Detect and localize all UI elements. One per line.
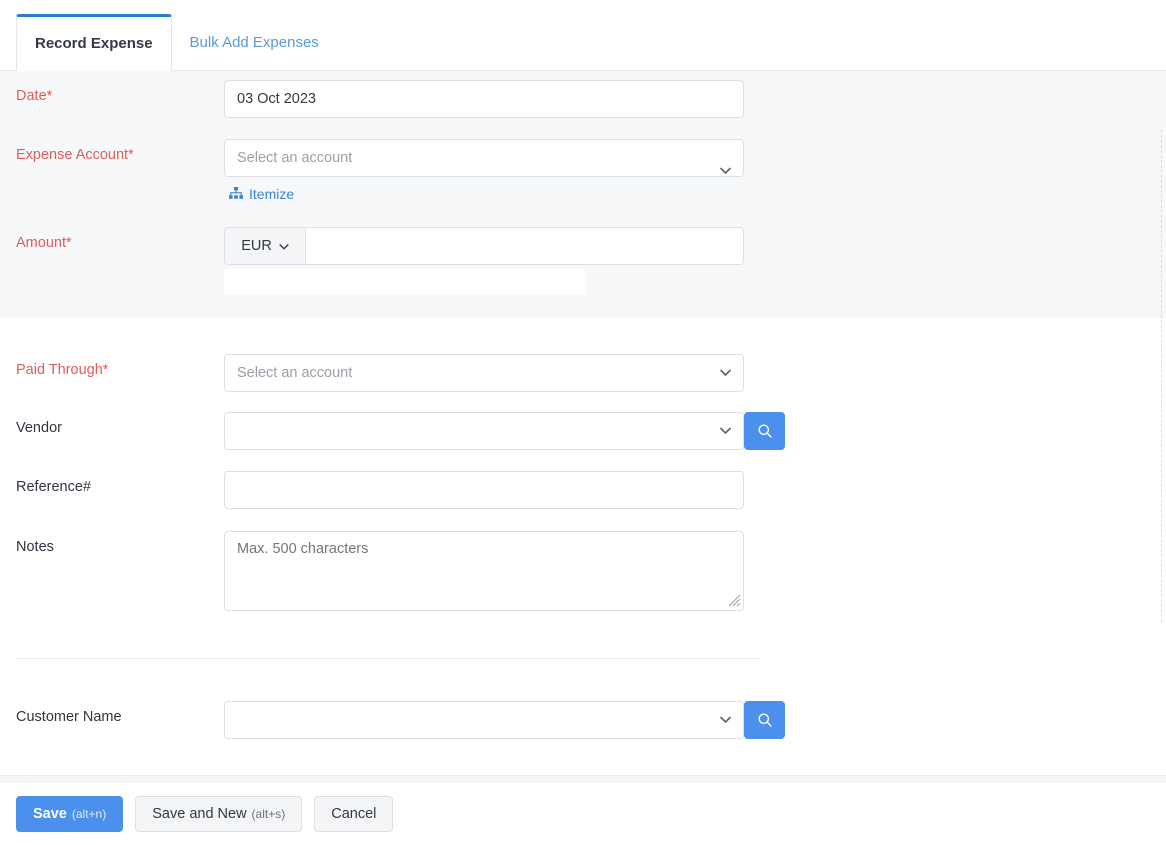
date-value: 03 Oct 2023 — [237, 91, 316, 107]
field-row-date: Date* 03 Oct 2023 — [0, 80, 744, 118]
record-expense-page: Record Expense Bulk Add Expenses Date* 0… — [0, 0, 1166, 845]
notes-textarea[interactable] — [224, 531, 744, 611]
paid-through-control: Select an account — [224, 354, 744, 392]
chevron-down-icon — [720, 369, 731, 377]
vendor-control — [224, 412, 785, 450]
field-row-reference: Reference# — [0, 471, 744, 509]
scroll-indicator[interactable] — [1161, 130, 1162, 622]
paid-through-select[interactable]: Select an account — [224, 354, 744, 392]
field-row-customer-name: Customer Name — [0, 701, 785, 739]
chevron-down-icon — [720, 716, 731, 724]
paid-through-label: Paid Through* — [16, 362, 109, 378]
tab-bulk-add-expenses[interactable]: Bulk Add Expenses — [172, 15, 337, 70]
currency-value: EUR — [241, 238, 272, 254]
save-and-new-button[interactable]: Save and New (alt+s) — [135, 796, 303, 832]
chevron-down-icon — [720, 167, 731, 174]
field-row-vendor: Vendor — [0, 412, 785, 450]
form-footer: Save (alt+n) Save and New (alt+s) Cancel — [0, 783, 1166, 845]
date-control: 03 Oct 2023 — [224, 80, 744, 118]
amount-input[interactable] — [306, 227, 744, 265]
expense-account-select[interactable]: Select an account — [224, 139, 744, 177]
notes-control — [224, 531, 744, 616]
chevron-down-icon — [720, 427, 731, 435]
customer-name-select[interactable] — [224, 701, 744, 739]
customer-name-control — [224, 701, 785, 739]
amount-label: Amount* — [16, 235, 72, 251]
customer-name-label: Customer Name — [16, 709, 122, 725]
customer-name-search-button[interactable] — [744, 701, 785, 739]
currency-select[interactable]: EUR — [224, 227, 306, 265]
vendor-label: Vendor — [16, 420, 62, 436]
itemize-label: Itemize — [249, 186, 295, 202]
save-button-hint: (alt+n) — [71, 807, 107, 821]
date-input[interactable]: 03 Oct 2023 — [224, 80, 744, 118]
notes-label: Notes — [16, 539, 54, 555]
cancel-button[interactable]: Cancel — [314, 796, 394, 832]
vendor-search-button[interactable] — [744, 412, 785, 450]
expense-account-placeholder: Select an account — [237, 150, 353, 166]
reference-label: Reference# — [16, 479, 91, 495]
footer-separator — [0, 775, 1166, 783]
tab-record-expense[interactable]: Record Expense — [16, 14, 172, 71]
amount-input-group: EUR — [224, 227, 744, 265]
field-row-paid-through: Paid Through* Select an account — [0, 354, 744, 392]
field-row-expense-account: Expense Account* Select an account Itemi… — [0, 139, 744, 202]
save-and-new-button-label: Save and New — [152, 806, 247, 822]
section-divider — [16, 658, 760, 659]
save-button-label: Save — [33, 806, 67, 822]
reference-control — [224, 471, 744, 509]
save-and-new-button-hint: (alt+s) — [251, 807, 286, 821]
field-row-notes: Notes — [0, 531, 744, 616]
search-icon — [757, 712, 773, 728]
chevron-down-icon — [279, 238, 289, 254]
amount-control: EUR — [224, 227, 744, 295]
tab-bulk-add-expenses-label: Bulk Add Expenses — [189, 34, 319, 51]
cancel-button-label: Cancel — [331, 806, 377, 822]
date-label: Date* — [16, 88, 53, 104]
search-icon — [757, 423, 773, 439]
tab-bar: Record Expense Bulk Add Expenses — [0, 0, 1166, 71]
save-button[interactable]: Save (alt+n) — [16, 796, 124, 832]
field-row-amount: Amount* EUR — [0, 227, 744, 295]
itemize-link[interactable]: Itemize — [224, 186, 744, 202]
amount-dropdown-panel[interactable] — [224, 269, 585, 295]
paid-through-placeholder: Select an account — [237, 365, 353, 381]
sitemap-icon — [229, 186, 243, 202]
tab-record-expense-label: Record Expense — [35, 35, 153, 52]
expense-account-control: Select an account Itemize — [224, 139, 744, 202]
expense-account-label: Expense Account* — [16, 147, 134, 163]
vendor-select[interactable] — [224, 412, 744, 450]
reference-input[interactable] — [224, 471, 744, 509]
